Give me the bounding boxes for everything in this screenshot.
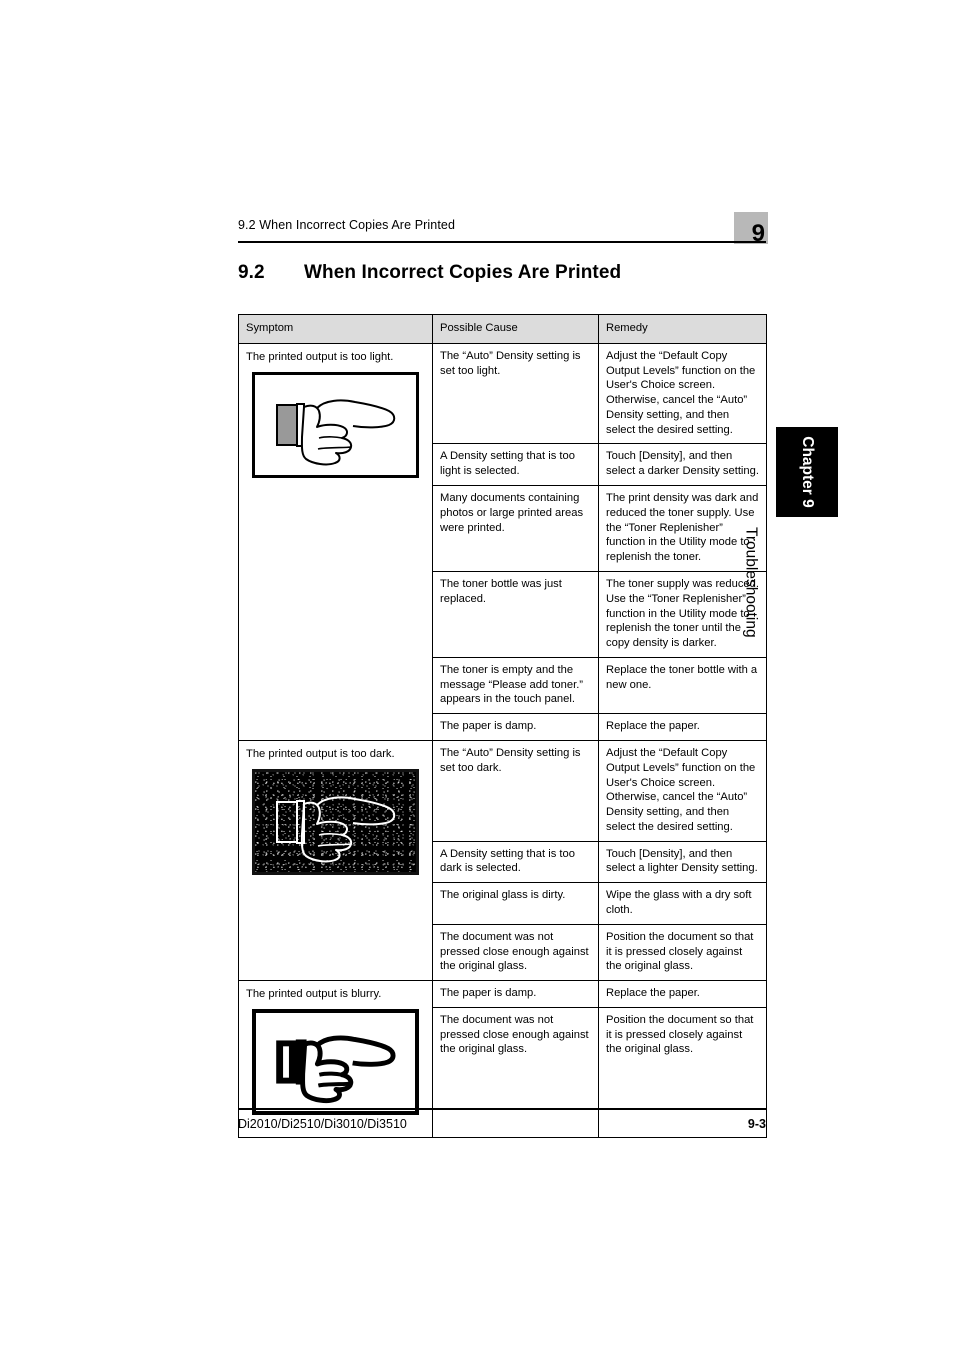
pointing-hand-icon — [276, 1035, 396, 1103]
symptom-cell-too-light: The printed output is too light. — [238, 342, 433, 741]
pointing-hand-dark-illustration — [252, 768, 419, 875]
table-header-row: Symptom Possible Cause Remedy — [238, 314, 767, 344]
section-heading: 9.2 When Incorrect Copies Are Printed — [238, 262, 768, 284]
table-row: The printed output is too dark. The “Aut… — [238, 739, 767, 982]
cause-cell: The “Auto” Density setting is set too li… — [432, 342, 599, 445]
cause-cell: Many documents containing photos or larg… — [432, 485, 599, 572]
cause-cell: The paper is damp. — [432, 713, 599, 741]
section-number: 9.2 — [238, 262, 265, 283]
cause-cell: The toner bottle was just replaced. — [432, 570, 599, 658]
remedy-cell: Replace the toner bottle with a new one. — [598, 656, 767, 715]
remedy-cell: Touch [Density], and then select a light… — [598, 840, 767, 884]
table-row: The printed output is too light. The “Au… — [238, 342, 767, 741]
symptom-cell-too-dark: The printed output is too dark. — [238, 739, 433, 982]
remedy-cell: Adjust the “Default Copy Output Levels” … — [598, 342, 767, 445]
remedy-cell: Wipe the glass with a dry soft cloth. — [598, 882, 767, 925]
running-header-title: 9.2 When Incorrect Copies Are Printed — [238, 218, 455, 232]
remedy-cell: Position the document so that it is pres… — [598, 923, 767, 982]
symptom-label: The printed output is too light. — [246, 350, 394, 363]
header-divider-rule — [238, 241, 766, 243]
remedy-cell: Replace the paper. — [598, 713, 767, 741]
footer-model-line: Di2010/Di2510/Di3010/Di3510 — [238, 1117, 407, 1131]
pointing-hand-light-illustration — [252, 371, 419, 478]
pointing-hand-icon — [255, 771, 416, 872]
troubleshooting-table: Symptom Possible Cause Remedy The printe… — [238, 314, 767, 1138]
symptom-label: The printed output is too dark. — [246, 747, 395, 760]
symptom-cell-blurry: The printed output is blurry. — [238, 980, 433, 1138]
column-header-remedy: Remedy — [598, 314, 767, 344]
chapter-tab-label: Chapter 9 — [799, 436, 816, 508]
pointing-hand-icon — [276, 399, 396, 465]
remedy-cell: Position the document so that it is pres… — [598, 1006, 767, 1138]
remedy-cell: Touch [Density], and then select a darke… — [598, 443, 767, 487]
cause-cell: The document was not pressed close enoug… — [432, 923, 599, 982]
table-row: The printed output is blurry. The paper … — [238, 980, 767, 1138]
cause-cell: The document was not pressed close enoug… — [432, 1006, 599, 1138]
column-header-possible-cause: Possible Cause — [432, 314, 599, 344]
column-header-symptom: Symptom — [238, 314, 433, 344]
pointing-hand-blurry-illustration — [252, 1008, 419, 1115]
chapter-name-vertical: Troubleshooting — [743, 527, 838, 707]
remedy-cell: Replace the paper. — [598, 980, 767, 1008]
cause-cell: The paper is damp. — [432, 980, 599, 1008]
footer-page-number: 9-3 — [747, 1117, 766, 1131]
cause-cell: A Density setting that is too light is s… — [432, 443, 599, 487]
remedy-cell: Adjust the “Default Copy Output Levels” … — [598, 739, 767, 842]
cause-cell: The toner is empty and the message “Plea… — [432, 656, 599, 715]
footer-divider-rule — [238, 1108, 766, 1110]
chapter-name-label: Troubleshooting — [742, 527, 760, 638]
page-running-header: 9.2 When Incorrect Copies Are Printed 9 — [238, 212, 768, 246]
cause-cell: The original glass is dirty. — [432, 882, 599, 925]
symptom-label: The printed output is blurry. — [246, 988, 382, 1001]
cause-cell: The “Auto” Density setting is set too da… — [432, 739, 599, 842]
chapter-tab-block: Chapter 9 — [776, 427, 838, 517]
chapter-number-badge: 9 — [734, 212, 768, 246]
cause-cell: A Density setting that is too dark is se… — [432, 840, 599, 884]
section-title-text: When Incorrect Copies Are Printed — [304, 262, 622, 283]
